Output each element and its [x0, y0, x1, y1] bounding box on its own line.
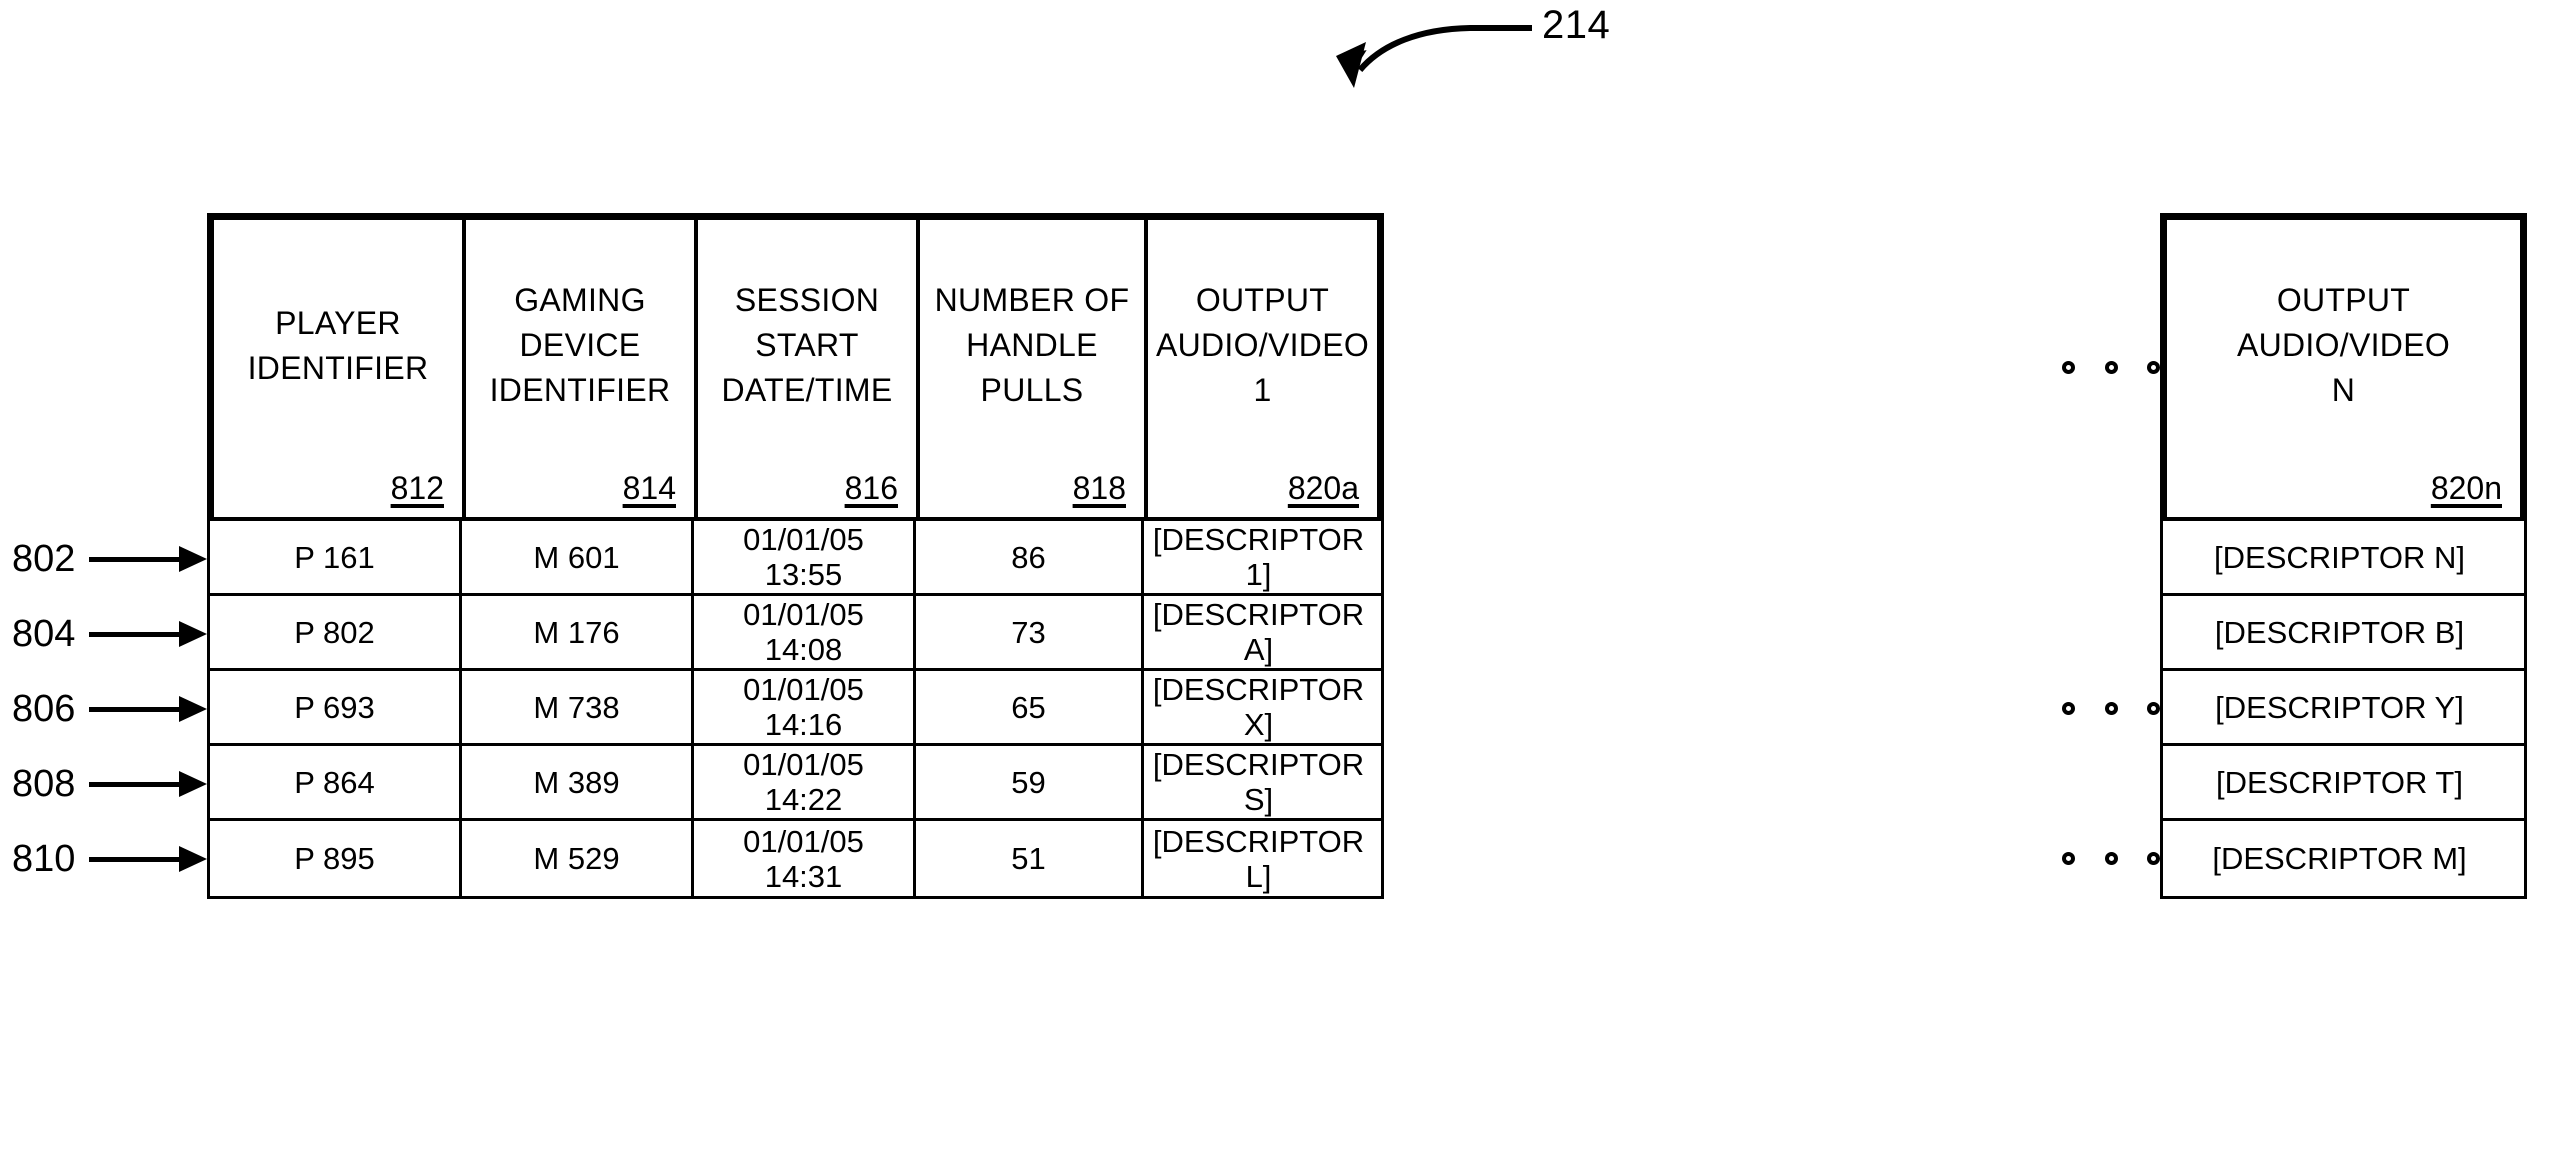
cell-output-audio-video-1: [DESCRIPTOR A]	[1152, 597, 1365, 667]
right-arrow-icon	[89, 845, 207, 872]
column-header-label: OUTPUT AUDIO/VIDEO 1	[1155, 282, 1370, 408]
column-header-reference: 820a	[1287, 470, 1359, 506]
cell-session-start: 01/01/05 14:31	[694, 821, 916, 896]
table-row: [DESCRIPTOR M]	[2163, 821, 2524, 896]
cell-gaming-device-identifier: M 738	[462, 671, 694, 743]
row-callout-806: 806	[12, 689, 207, 729]
cell-output-audio-video-n: [DESCRIPTOR N]	[2214, 539, 2465, 575]
cell-session-start: 01/01/05 14:16	[694, 671, 916, 743]
session-history-table: PLAYER IDENTIFIER 812 GAMING DEVICE IDEN…	[207, 213, 1384, 899]
right-arrow-icon	[89, 695, 207, 722]
cell-handle-pulls: 65	[916, 671, 1144, 743]
cell-output-audio-video-n: [DESCRIPTOR B]	[2214, 614, 2465, 650]
curved-arrow-down-left-icon	[1336, 25, 1532, 88]
table-header-row-last: OUTPUT AUDIO/VIDEO N 820n	[2160, 213, 2527, 521]
cell-session-start: 01/01/05 13:55	[694, 521, 916, 593]
cell-output-audio-video-n: [DESCRIPTOR M]	[2212, 841, 2467, 876]
column-header-label: OUTPUT AUDIO/VIDEO N	[2236, 282, 2451, 408]
cell-output-audio-video-1: [DESCRIPTOR L]	[1152, 823, 1365, 894]
figure-reference-number: 214	[1542, 3, 1611, 47]
row-callout-number: 810	[12, 837, 76, 880]
right-arrow-icon	[89, 545, 207, 572]
cell-output-audio-video-n: [DESCRIPTOR Y]	[2215, 689, 2464, 725]
table-row: P 895 M 529 01/01/05 14:31 51 [DESCRIPTO…	[210, 821, 1381, 896]
cell-session-start: 01/01/05 14:22	[694, 746, 916, 818]
cell-output-audio-video-1: [DESCRIPTOR 1]	[1152, 522, 1365, 592]
table-row: P 802 M 176 01/01/05 14:08 73 [DESCRIPTO…	[210, 596, 1381, 671]
row-callout-804: 804	[12, 614, 207, 654]
table-row: P 864 M 389 01/01/05 14:22 59 [DESCRIPTO…	[210, 746, 1381, 821]
column-header-label: SESSION START DATE/TIME	[721, 282, 893, 408]
row-callout-number: 804	[12, 612, 76, 655]
figure-reference-group: 214	[1320, 0, 1680, 110]
cell-gaming-device-identifier: M 601	[462, 521, 694, 593]
column-header-reference: 820n	[2430, 470, 2502, 506]
column-header-gaming-device-identifier: GAMING DEVICE IDENTIFIER 814	[466, 220, 698, 517]
cell-handle-pulls: 59	[916, 746, 1144, 818]
column-header-reference: 816	[844, 470, 898, 506]
cell-handle-pulls: 73	[916, 596, 1144, 668]
table-body-last: [DESCRIPTOR N] [DESCRIPTOR B] [DESCRIPTO…	[2160, 521, 2527, 899]
column-header-label: GAMING DEVICE IDENTIFIER	[489, 282, 671, 408]
horizontal-ellipsis-icon	[2062, 699, 2160, 719]
cell-handle-pulls: 86	[916, 521, 1144, 593]
column-header-reference: 812	[390, 470, 444, 506]
table-row: [DESCRIPTOR B]	[2163, 596, 2524, 671]
row-callout-number: 806	[12, 687, 76, 730]
cell-gaming-device-identifier: M 389	[462, 746, 694, 818]
column-header-reference: 814	[622, 470, 676, 506]
right-arrow-icon	[89, 620, 207, 647]
horizontal-ellipsis-icon	[2062, 849, 2160, 869]
cell-gaming-device-identifier: M 529	[462, 821, 694, 896]
cell-player-identifier: P 693	[210, 671, 462, 743]
row-callout-808: 808	[12, 764, 207, 804]
column-header-number-of-handle-pulls: NUMBER OF HANDLE PULLS 818	[920, 220, 1148, 517]
table-row: [DESCRIPTOR T]	[2163, 746, 2524, 821]
row-callout-802: 802	[12, 539, 207, 579]
cell-player-identifier: P 161	[210, 521, 462, 593]
cell-player-identifier: P 895	[210, 821, 462, 896]
table-row: P 161 M 601 01/01/05 13:55 86 [DESCRIPTO…	[210, 521, 1381, 596]
horizontal-ellipsis-icon	[2062, 357, 2160, 377]
session-history-table-last-column: OUTPUT AUDIO/VIDEO N 820n [DESCRIPTOR N]…	[2160, 213, 2527, 899]
cell-output-audio-video-n: [DESCRIPTOR T]	[2216, 764, 2463, 800]
column-header-label: NUMBER OF HANDLE PULLS	[934, 282, 1130, 408]
column-header-label: PLAYER IDENTIFIER	[247, 304, 429, 386]
column-header-output-audio-video-1: OUTPUT AUDIO/VIDEO 1 820a	[1148, 220, 1377, 517]
table-header-row: PLAYER IDENTIFIER 812 GAMING DEVICE IDEN…	[207, 213, 1384, 521]
cell-gaming-device-identifier: M 176	[462, 596, 694, 668]
column-header-player-identifier: PLAYER IDENTIFIER 812	[214, 220, 466, 517]
table-body: P 161 M 601 01/01/05 13:55 86 [DESCRIPTO…	[207, 521, 1384, 899]
table-row: [DESCRIPTOR Y]	[2163, 671, 2524, 746]
row-callout-number: 802	[12, 537, 76, 580]
row-callout-number: 808	[12, 762, 76, 805]
cell-output-audio-video-1: [DESCRIPTOR X]	[1152, 672, 1365, 742]
cell-output-audio-video-1: [DESCRIPTOR S]	[1152, 747, 1365, 817]
column-header-output-audio-video-n: OUTPUT AUDIO/VIDEO N 820n	[2167, 220, 2520, 517]
cell-player-identifier: P 864	[210, 746, 462, 818]
cell-session-start: 01/01/05 14:08	[694, 596, 916, 668]
row-callout-810: 810	[12, 839, 207, 879]
table-row: P 693 M 738 01/01/05 14:16 65 [DESCRIPTO…	[210, 671, 1381, 746]
right-arrow-icon	[89, 770, 207, 797]
column-header-session-start-datetime: SESSION START DATE/TIME 816	[698, 220, 920, 517]
cell-handle-pulls: 51	[916, 821, 1144, 896]
column-header-reference: 818	[1072, 470, 1126, 506]
cell-player-identifier: P 802	[210, 596, 462, 668]
table-row: [DESCRIPTOR N]	[2163, 521, 2524, 596]
